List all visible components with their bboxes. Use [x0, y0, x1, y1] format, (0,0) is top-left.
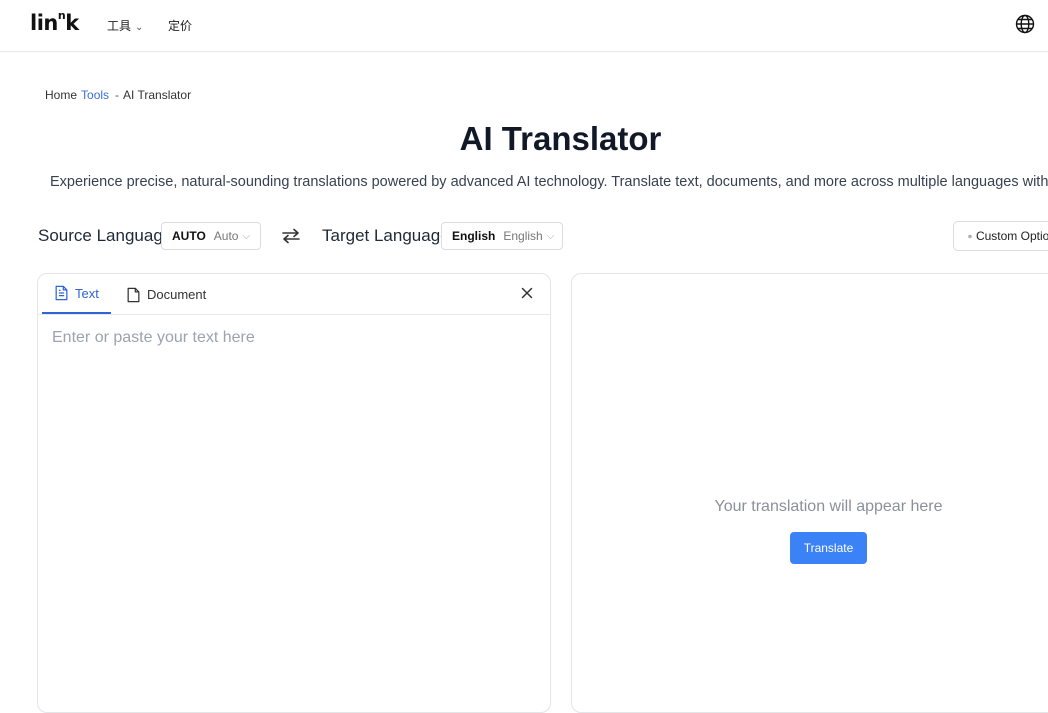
source-language-select[interactable]: AUTO Auto ⌵ — [161, 222, 261, 250]
input-tabs: Text Document — [38, 274, 550, 315]
globe-icon[interactable] — [1015, 14, 1035, 34]
target-language-code: English — [452, 229, 496, 243]
breadcrumb-current: AI Translator — [123, 88, 192, 102]
top-navbar: linnk 工具 ⌄ 定价 — [0, 0, 1048, 52]
source-language-code: AUTO — [172, 229, 206, 243]
tab-text-label: Text — [75, 285, 99, 301]
close-icon[interactable] — [520, 286, 534, 300]
logo-text-sup: n — [57, 9, 66, 22]
page-subtitle: Experience precise, natural-sounding tra… — [50, 174, 1048, 190]
swap-arrows-icon[interactable] — [281, 226, 301, 246]
chevron-down-icon: ⌄ — [135, 22, 144, 33]
logo-text-main: lin — [30, 11, 58, 35]
target-language-select[interactable]: English English ⌵ — [441, 222, 563, 250]
source-language-name: Auto — [213, 229, 239, 243]
nav-pricing-label: 定价 — [168, 19, 193, 33]
gear-icon — [968, 234, 972, 238]
custom-options-button[interactable]: Custom Options — [953, 221, 1048, 251]
tab-document[interactable]: Document — [126, 274, 206, 315]
tab-text[interactable]: Text — [42, 274, 111, 314]
nav-pricing-link[interactable]: 定价 — [168, 17, 192, 34]
target-language-name: English — [503, 229, 543, 243]
translation-placeholder: Your translation will appear here — [714, 498, 943, 515]
breadcrumb-tools[interactable]: Tools — [81, 88, 109, 102]
chevron-down-icon: ⌵ — [242, 230, 251, 242]
page-title: AI Translator — [459, 120, 662, 157]
file-icon — [127, 287, 140, 302]
breadcrumb-separator: - — [115, 88, 120, 102]
source-language-label: Source Language — [38, 226, 173, 245]
breadcrumb-home[interactable]: Home — [45, 88, 77, 102]
custom-options-label: Custom Options — [975, 229, 1048, 243]
input-panel: Text Document — [37, 273, 551, 713]
breadcrumb: Home Tools - AI Translator — [45, 88, 191, 102]
nav-tools-menu[interactable]: 工具 ⌄ — [107, 17, 143, 34]
logo[interactable]: linnk — [30, 9, 79, 35]
source-text-input[interactable] — [52, 329, 532, 669]
output-panel: Your translation will appear here Transl… — [571, 273, 1048, 713]
logo-text-end: k — [65, 11, 79, 35]
target-language-label: Target Language — [322, 226, 450, 245]
tab-document-label: Document — [147, 287, 207, 302]
chevron-down-icon: ⌵ — [546, 230, 555, 242]
file-text-icon — [55, 285, 68, 301]
translate-button[interactable]: Translate — [790, 532, 867, 564]
nav-tools-label: 工具 — [107, 19, 132, 33]
